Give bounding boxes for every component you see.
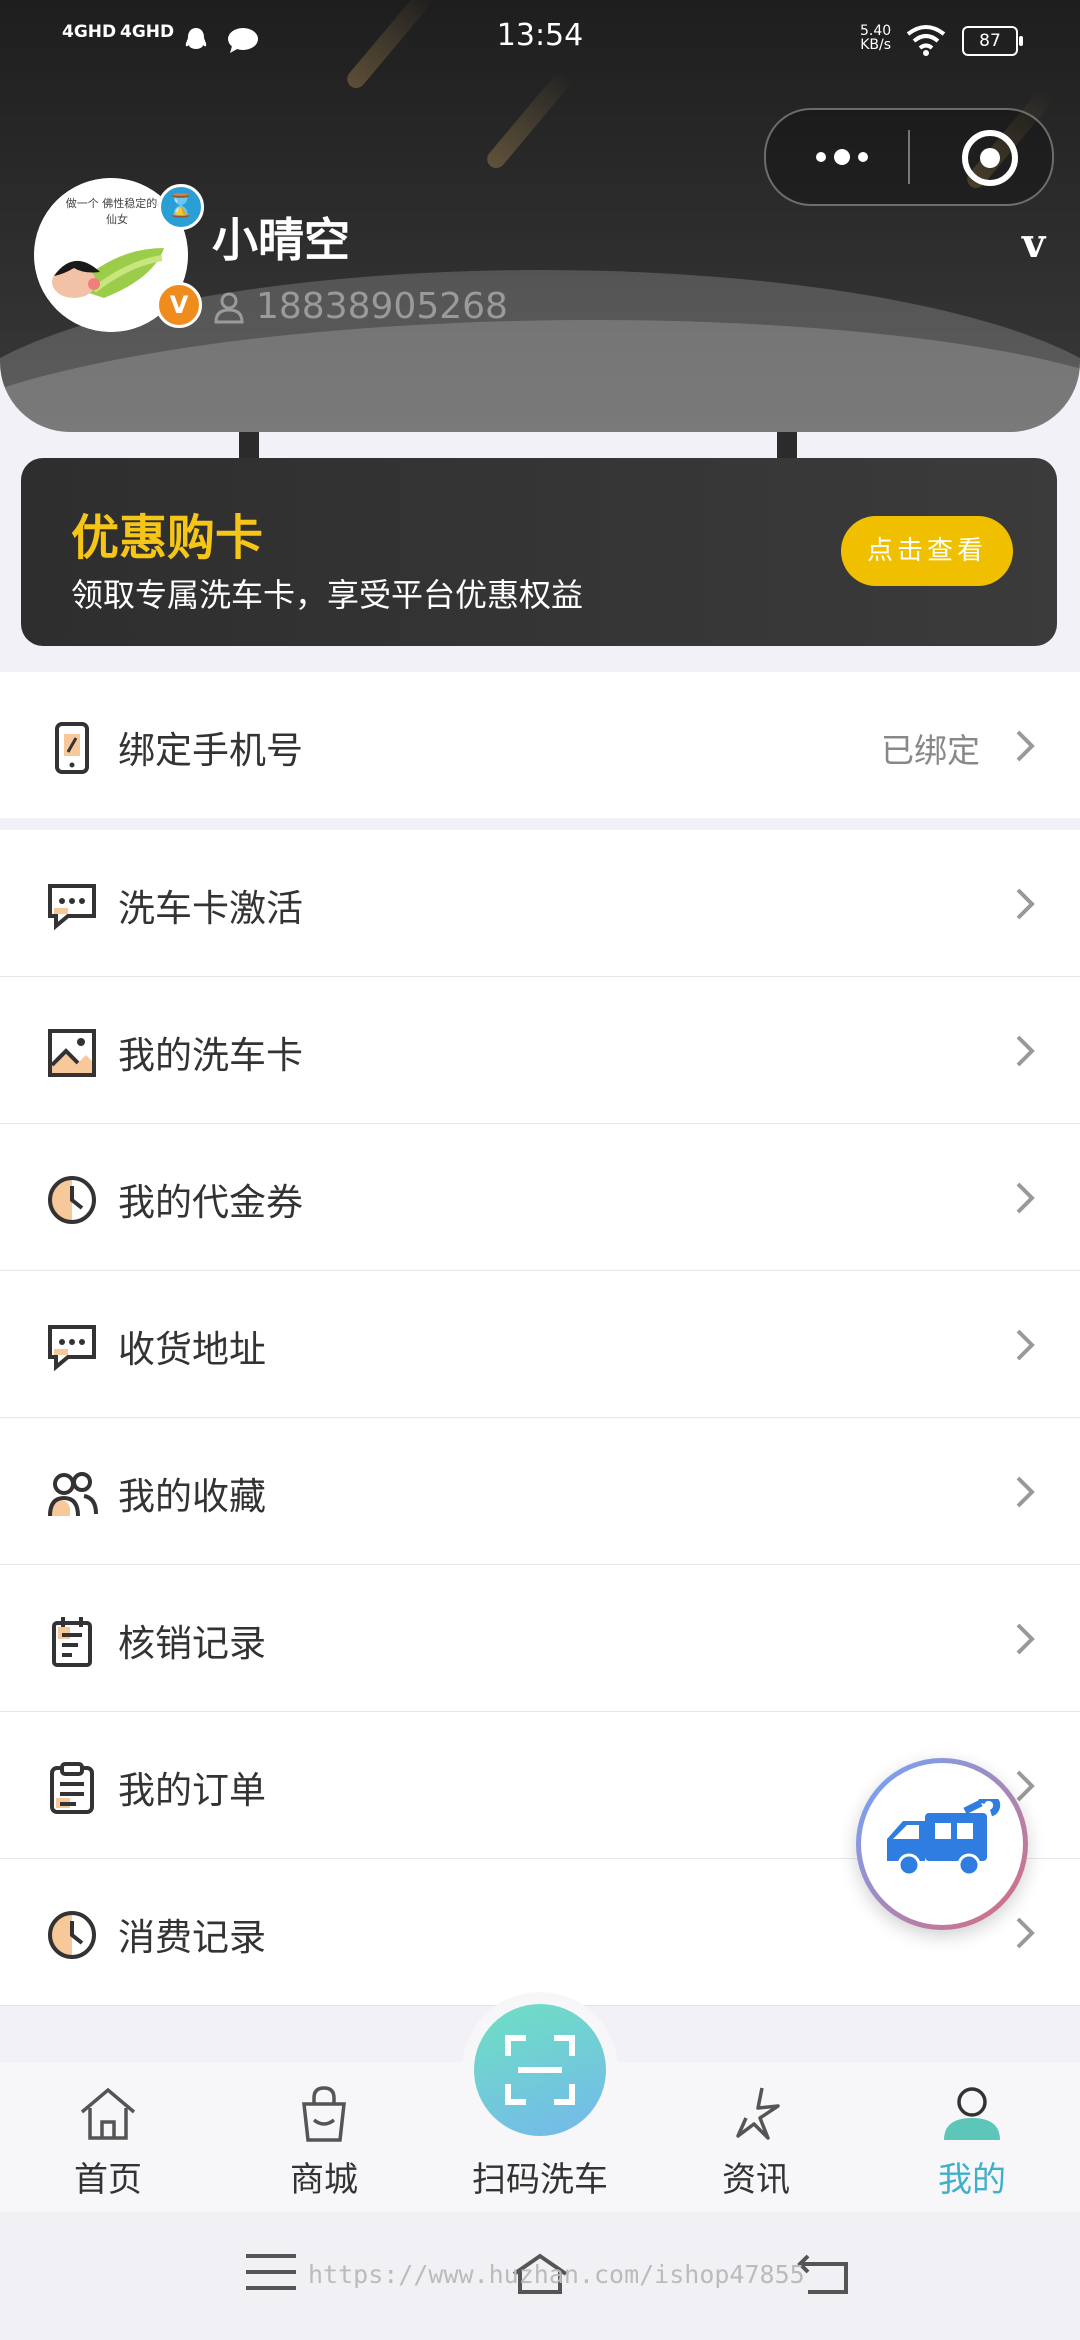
menu-label: 收货地址 bbox=[118, 1328, 266, 1371]
hourglass-icon: ⌛ bbox=[158, 184, 204, 230]
menu-label: 我的订单 bbox=[118, 1769, 266, 1812]
tab-mall[interactable]: 商城 bbox=[216, 2062, 432, 2212]
users-icon bbox=[48, 1472, 98, 1517]
menu-item-verification-records[interactable]: 核销记录 bbox=[0, 1565, 1080, 1712]
tab-label: 资讯 bbox=[722, 2160, 790, 2200]
tab-news[interactable]: 资讯 bbox=[648, 2062, 864, 2212]
menu-label: 核销记录 bbox=[118, 1622, 266, 1665]
user-icon bbox=[214, 292, 244, 324]
chevron-right-icon bbox=[1016, 1329, 1035, 1361]
chat-bubble-icon bbox=[48, 884, 96, 931]
watermark: https://www.huzhan.com/ishop47855 bbox=[308, 2260, 805, 2289]
tab-label: 商城 bbox=[290, 2160, 358, 2200]
user-name: 小晴空 bbox=[212, 213, 350, 267]
miniapp-capsule bbox=[764, 108, 1054, 206]
tab-label-active: 我的 bbox=[938, 2160, 1006, 2200]
menu-item-my-cards[interactable]: 我的洗车卡 bbox=[0, 977, 1080, 1124]
menu-item-address[interactable]: 收货地址 bbox=[0, 1271, 1080, 1418]
user-icon bbox=[944, 2087, 1000, 2140]
status-bar: 4GHD 4GHD 13:54 5.40 KB/s 87 bbox=[0, 0, 1080, 80]
chevron-right-icon bbox=[1016, 1476, 1035, 1508]
menu-label: 洗车卡激活 bbox=[118, 887, 303, 930]
menu-item-bind-phone[interactable]: 绑定手机号 已绑定 bbox=[0, 672, 1080, 818]
chevron-right-icon bbox=[1016, 888, 1035, 920]
menu-item-activate-card[interactable]: 洗车卡激活 bbox=[0, 830, 1080, 977]
home-icon bbox=[80, 2087, 136, 2140]
chat-bubble-icon bbox=[48, 1325, 96, 1372]
truck-icon bbox=[887, 1799, 1001, 1877]
menu-label: 消费记录 bbox=[118, 1916, 266, 1959]
tab-label: 首页 bbox=[74, 2160, 142, 2200]
menu-label: 我的收藏 bbox=[118, 1475, 266, 1518]
system-navigation-bar: https://www.huzhan.com/ishop47855 bbox=[0, 2212, 1080, 2340]
image-icon bbox=[48, 1029, 96, 1077]
chevron-right-icon bbox=[1016, 1035, 1035, 1067]
bind-status: 已绑定 bbox=[881, 731, 980, 770]
car-wash-float-button[interactable] bbox=[856, 1758, 1028, 1930]
promo-subtitle: 领取专属洗车卡，享受平台优惠权益 bbox=[71, 576, 584, 614]
view-promo-button[interactable]: 点击查看 bbox=[841, 516, 1013, 586]
scan-wash-button[interactable] bbox=[474, 2004, 606, 2136]
avatar-caption: 做一个 佛性稳定的小仙女 bbox=[65, 197, 169, 226]
shopping-bag-icon bbox=[302, 2086, 346, 2142]
corner-mark: v bbox=[1022, 220, 1046, 267]
user-phone: 18838905268 bbox=[256, 286, 508, 327]
clock-icon bbox=[48, 1176, 96, 1224]
menu-item-favorites[interactable]: 我的收藏 bbox=[0, 1418, 1080, 1565]
chevron-right-icon bbox=[1016, 1182, 1035, 1214]
close-miniapp-button[interactable] bbox=[962, 130, 1018, 186]
tab-home[interactable]: 首页 bbox=[0, 2062, 216, 2212]
vip-badge: V bbox=[156, 282, 202, 328]
menu-label: 绑定手机号 bbox=[118, 729, 303, 772]
scan-icon bbox=[505, 2035, 575, 2105]
more-options-button[interactable] bbox=[816, 146, 876, 165]
net-speed: 5.40 KB/s bbox=[860, 23, 892, 53]
chevron-right-icon bbox=[1016, 1917, 1035, 1949]
bind-phone-group: 绑定手机号 已绑定 bbox=[0, 672, 1080, 818]
tab-label: 扫码洗车 bbox=[472, 2160, 608, 2200]
chevron-right-icon bbox=[1016, 1623, 1035, 1655]
profile-header: 4GHD 4GHD 13:54 5.40 KB/s 87 做一个 佛性稳定的小仙… bbox=[0, 0, 1080, 432]
menu-label: 我的洗车卡 bbox=[118, 1034, 303, 1077]
promo-title: 优惠购卡 bbox=[71, 510, 264, 566]
wifi-icon bbox=[906, 25, 946, 56]
battery-indicator: 87 bbox=[962, 26, 1023, 56]
phone-link-icon bbox=[55, 722, 89, 774]
menu-label: 我的代金券 bbox=[118, 1181, 303, 1224]
clock-icon bbox=[48, 1911, 96, 1959]
menu-item-vouchers[interactable]: 我的代金券 bbox=[0, 1124, 1080, 1271]
star-icon bbox=[736, 2087, 780, 2140]
menu-icon[interactable] bbox=[244, 2252, 298, 2292]
promo-card[interactable]: 优惠购卡 领取专属洗车卡，享受平台优惠权益 点击查看 bbox=[21, 458, 1057, 646]
chevron-right-icon bbox=[1016, 730, 1035, 762]
clipboard-icon bbox=[50, 1762, 94, 1814]
calendar-icon bbox=[52, 1617, 92, 1667]
tab-mine[interactable]: 我的 bbox=[864, 2062, 1080, 2212]
